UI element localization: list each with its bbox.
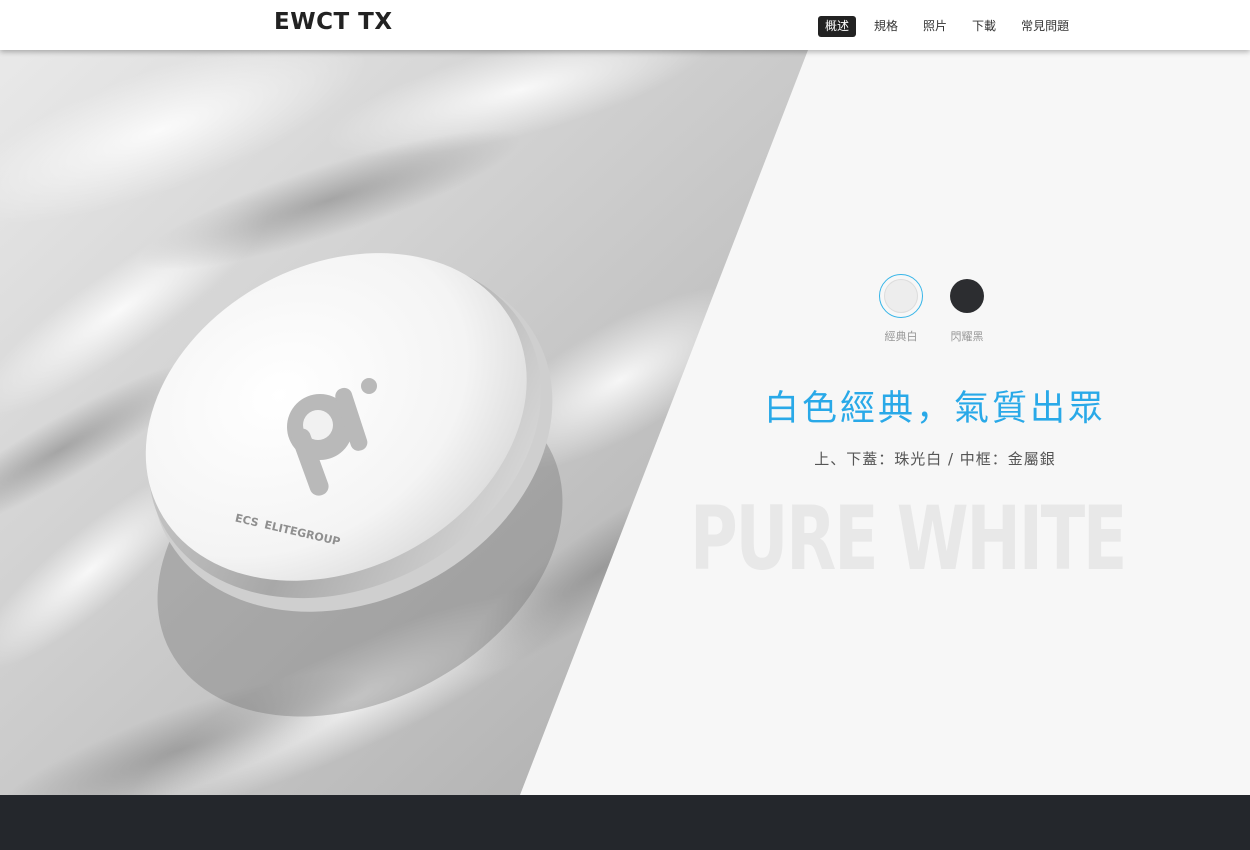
- nav-overview[interactable]: 概述: [818, 15, 857, 37]
- color-swatches: 經典白 閃耀黑: [876, 274, 1008, 344]
- swatch-color-dot[interactable]: [884, 279, 918, 313]
- swatch-ring[interactable]: [945, 274, 989, 318]
- swatch-ring[interactable]: [879, 274, 923, 318]
- hero-headline: 白色經典，氣質出眾: [763, 389, 1106, 429]
- swatch-label: 經典白: [884, 330, 918, 343]
- nav-photos[interactable]: 照片: [916, 16, 954, 37]
- footer-bar: [0, 795, 1250, 850]
- background-watermark: PURE WHITE: [690, 487, 1127, 590]
- hero-subline: 上、下蓋：珠光白 / 中框：金屬銀: [814, 450, 1056, 468]
- hero-section: ECS ELITEGROUP PURE WHITE 經典白 閃耀黑 白色經典，氣…: [0, 50, 1250, 795]
- nav-downloads[interactable]: 下載: [965, 16, 1003, 37]
- nav-faq[interactable]: 常見問題: [1014, 16, 1076, 37]
- swatch-color-dot[interactable]: [950, 279, 984, 313]
- brand-title[interactable]: EWCT TX: [274, 9, 393, 35]
- swatch-white[interactable]: 經典白: [876, 274, 926, 344]
- swatch-label: 閃耀黑: [950, 330, 984, 343]
- main-nav: 概述 規格 照片 下載 常見問題: [818, 15, 1087, 37]
- product-photo: ECS ELITEGROUP: [0, 50, 808, 795]
- site-header: EWCT TX 概述 規格 照片 下載 常見問題: [0, 0, 1250, 50]
- swatch-black[interactable]: 閃耀黑: [942, 274, 992, 344]
- nav-specs[interactable]: 規格: [867, 16, 905, 37]
